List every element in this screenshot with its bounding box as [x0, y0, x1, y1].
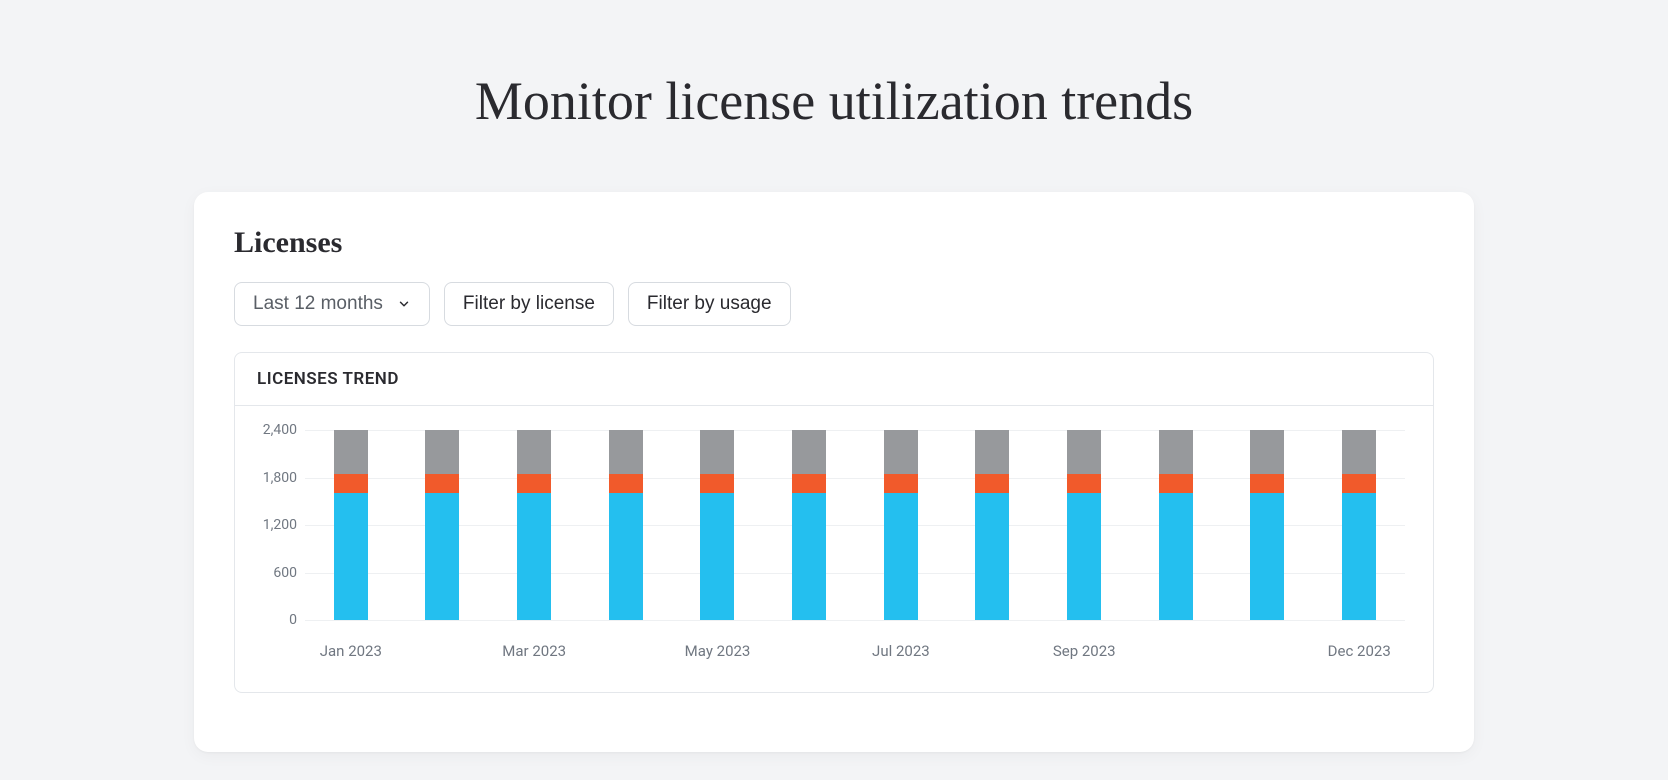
chart-bar	[334, 430, 368, 620]
chart-bar-segment	[975, 493, 1009, 620]
chart-bar-segment	[884, 474, 918, 494]
chart-y-tick-label: 1,200	[247, 517, 297, 533]
chart-bar-segment	[1342, 430, 1376, 474]
chart-bar-segment	[1159, 430, 1193, 474]
chart-x-tick-label	[397, 642, 489, 660]
chart-x-tick-label	[1222, 642, 1314, 660]
chart-bar-segment	[975, 430, 1009, 474]
chart-bar-segment	[517, 493, 551, 620]
chart-bar-segment	[1342, 474, 1376, 494]
chart-bar	[1250, 430, 1284, 620]
chart-bar-segment	[425, 493, 459, 620]
chart-bar-segment	[1250, 474, 1284, 494]
chart-body: 06001,2001,8002,400 Jan 2023Mar 2023May …	[235, 406, 1433, 692]
chart-bar	[609, 430, 643, 620]
chart-x-tick-label: Dec 2023	[1313, 642, 1405, 660]
chart-bar	[975, 430, 1009, 620]
chart-x-tick-label	[947, 642, 1039, 660]
chevron-down-icon	[397, 297, 411, 311]
chart-bar-segment	[700, 474, 734, 494]
chart-y-tick-label: 0	[247, 612, 297, 628]
chart-bar-segment	[425, 474, 459, 494]
card-title: Licenses	[234, 226, 1434, 260]
chart-panel: LICENSES TREND 06001,2001,8002,400 Jan 2…	[234, 352, 1434, 693]
chart-bar-segment	[334, 430, 368, 474]
chart-bar-segment	[792, 430, 826, 474]
chart-bar	[1067, 430, 1101, 620]
filter-row: Last 12 months Filter by license Filter …	[234, 282, 1434, 326]
chart-x-tick-label: May 2023	[672, 642, 764, 660]
chart-x-tick-label: Sep 2023	[1038, 642, 1130, 660]
chart-x-tick-label	[580, 642, 672, 660]
chart-bar	[884, 430, 918, 620]
chart-bar-segment	[609, 493, 643, 620]
chart-x-tick-label: Jul 2023	[855, 642, 947, 660]
chart-bar-segment	[975, 474, 1009, 494]
chart-plot-area: 06001,2001,8002,400	[305, 430, 1405, 620]
chart-bar-segment	[700, 430, 734, 474]
chart-bar-segment	[609, 430, 643, 474]
filter-by-usage-button[interactable]: Filter by usage	[628, 282, 791, 326]
chart-bar-segment	[1250, 430, 1284, 474]
licenses-card: Licenses Last 12 months Filter by licens…	[194, 192, 1474, 752]
chart-bars	[305, 430, 1405, 620]
chart-bar-segment	[1159, 474, 1193, 494]
chart-bar-segment	[1067, 430, 1101, 474]
chart-bar-segment	[425, 430, 459, 474]
chart-bar	[1159, 430, 1193, 620]
chart-x-tick-label: Jan 2023	[305, 642, 397, 660]
chart-bar	[425, 430, 459, 620]
chart-bar-segment	[334, 493, 368, 620]
chart-bar	[792, 430, 826, 620]
chart-x-tick-label: Mar 2023	[488, 642, 580, 660]
chart-y-tick-label: 1,800	[247, 470, 297, 486]
filter-license-label: Filter by license	[463, 293, 595, 315]
chart-bar-segment	[1159, 493, 1193, 620]
chart-bar-segment	[609, 474, 643, 494]
date-range-label: Last 12 months	[253, 293, 383, 315]
filter-usage-label: Filter by usage	[647, 293, 772, 315]
date-range-dropdown[interactable]: Last 12 months	[234, 282, 430, 326]
chart-bar-segment	[884, 430, 918, 474]
chart-bar-segment	[517, 430, 551, 474]
chart-bar	[1342, 430, 1376, 620]
chart-x-tick-label	[763, 642, 855, 660]
chart-gridline	[305, 620, 1405, 621]
chart-bar-segment	[334, 474, 368, 494]
chart-x-axis: Jan 2023 Mar 2023 May 2023 Jul 2023 Sep 2023…	[305, 642, 1405, 660]
filter-by-license-button[interactable]: Filter by license	[444, 282, 614, 326]
chart-y-tick-label: 600	[247, 565, 297, 581]
chart-bar-segment	[1067, 474, 1101, 494]
chart-bar-segment	[1067, 493, 1101, 620]
chart-bar-segment	[1342, 493, 1376, 620]
chart-x-tick-label	[1130, 642, 1222, 660]
chart-bar-segment	[700, 493, 734, 620]
chart-title: LICENSES TREND	[235, 353, 1433, 406]
chart-bar	[700, 430, 734, 620]
chart-bar-segment	[792, 493, 826, 620]
chart-bar-segment	[884, 493, 918, 620]
chart-bar-segment	[1250, 493, 1284, 620]
chart-y-tick-label: 2,400	[247, 422, 297, 438]
chart-bar	[517, 430, 551, 620]
chart-bar-segment	[792, 474, 826, 494]
chart-bar-segment	[517, 474, 551, 494]
page-title: Monitor license utilization trends	[0, 70, 1668, 132]
